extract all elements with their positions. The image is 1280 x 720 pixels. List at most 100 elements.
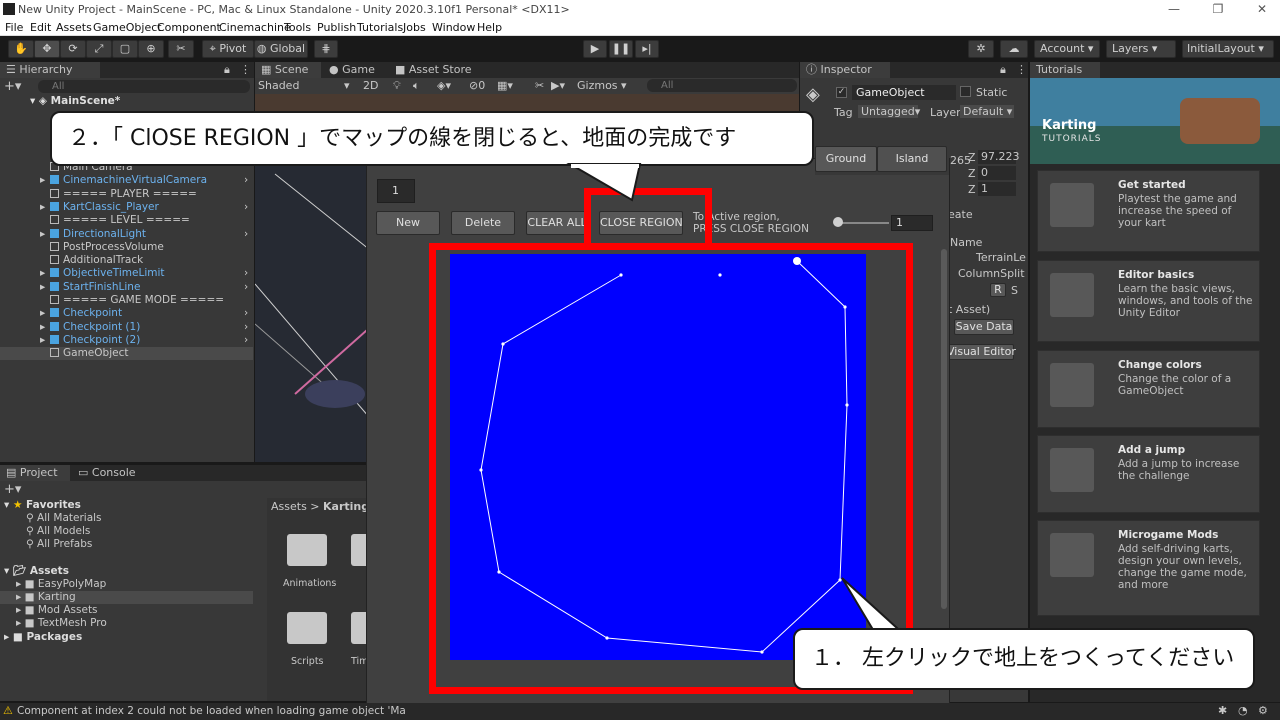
menu-window[interactable]: Window [432, 21, 475, 34]
visual-editor-button[interactable]: Visual Editor [946, 344, 1016, 360]
hierarchy-search-input[interactable]: All [38, 80, 250, 93]
hierarchy-item[interactable]: DirectionalLight › ▸ [0, 228, 253, 241]
global-toggle[interactable]: ◍ Global [254, 40, 308, 58]
tag-dropdown[interactable]: Untagged▾ [858, 105, 920, 118]
account-dropdown[interactable]: Account ▾ [1034, 40, 1100, 58]
menu-component[interactable]: Component [157, 21, 221, 34]
inspector-menu-icon[interactable]: ⋮ [1016, 63, 1027, 76]
tab-tutorials[interactable]: Tutorials [1030, 62, 1100, 78]
collab-icon[interactable]: ✲ [968, 40, 994, 58]
layers-dropdown[interactable]: Layers ▾ [1106, 40, 1176, 58]
tab-asset-store[interactable]: ■ Asset Store [389, 62, 489, 78]
delete-button[interactable]: Delete [451, 211, 515, 235]
map-editor-scrollbar[interactable] [941, 249, 947, 609]
tab-game[interactable]: ● Game [323, 62, 383, 78]
menu-tools[interactable]: Tools [284, 21, 311, 34]
menu-publish[interactable]: Publish [317, 21, 356, 34]
menu-jobs[interactable]: Jobs [403, 21, 426, 34]
grid-icon[interactable]: ▦▾ [497, 79, 513, 92]
audio-icon[interactable]: 🔈︎ [413, 79, 420, 93]
active-checkbox[interactable]: ✓ [836, 87, 847, 98]
breadcrumb-karting[interactable]: Karting [323, 500, 369, 513]
tab-inspector[interactable]: ⓘ Inspector [800, 62, 890, 78]
tab-hierarchy[interactable]: ☰ Hierarchy [0, 62, 100, 78]
object-name-field[interactable]: GameObject [852, 85, 956, 100]
hierarchy-item[interactable]: PostProcessVolume [0, 241, 253, 254]
scale-tool-icon[interactable]: ⤢ [86, 40, 112, 58]
hierarchy-item[interactable]: StartFinishLine › ▸ [0, 281, 253, 294]
foldout-arrow-icon[interactable]: ▸ [40, 267, 45, 280]
pivot-toggle[interactable]: ⌖ Pivot [202, 40, 254, 58]
menu-assets[interactable]: Assets [56, 21, 92, 34]
cloud-icon[interactable]: ☁ [1000, 40, 1028, 58]
maximize-icon[interactable]: ❐ [1208, 2, 1228, 16]
menu-file[interactable]: File [5, 21, 23, 34]
ground-tab[interactable]: Ground [815, 146, 877, 172]
asset-folder-row[interactable]: ▸ ■ Mod Assets [0, 604, 253, 617]
scene-root-row[interactable]: ▾ ◈ MainScene* [0, 95, 253, 108]
tutorial-card[interactable]: Microgame Mods Add self-driving karts, de… [1037, 520, 1260, 616]
minimize-icon[interactable]: — [1164, 2, 1184, 16]
tools-icon[interactable]: ✂ [535, 79, 544, 92]
tab-scene[interactable]: ▦ Scene [255, 62, 321, 78]
rect-tool-icon[interactable]: ▢ [112, 40, 138, 58]
slider-value-field[interactable]: 1 [891, 215, 933, 231]
island-tab[interactable]: Island [877, 146, 947, 172]
grid-snap-icon[interactable]: ⋕ [314, 40, 338, 58]
cache-icon[interactable]: ⚙ [1258, 704, 1268, 717]
foldout-arrow-icon[interactable]: ▸ [40, 321, 45, 334]
create-plus-icon[interactable]: +▾ [4, 79, 21, 94]
expand-chevron-icon[interactable]: › [244, 228, 248, 241]
foldout-arrow-icon[interactable]: ▸ [40, 281, 45, 294]
project-create-icon[interactable]: +▾ [4, 482, 21, 497]
kebab-menu-icon[interactable]: ⋮ [240, 63, 251, 76]
favorite-item[interactable]: ⚲ All Prefabs [0, 538, 253, 551]
expand-chevron-icon[interactable]: › [244, 267, 248, 280]
rotation-z-field[interactable]: 0 [978, 166, 1016, 180]
foldout-arrow-icon[interactable]: ▸ [40, 334, 45, 347]
custom-tool-icon[interactable]: ✂ [168, 40, 194, 58]
hierarchy-item[interactable]: Checkpoint › ▸ [0, 307, 253, 320]
asset-folder-row[interactable]: ▸ ■ TextMesh Pro [0, 617, 253, 630]
foldout-arrow-icon[interactable]: ▸ [40, 228, 45, 241]
expand-chevron-icon[interactable]: › [244, 307, 248, 320]
region-slider-thumb[interactable] [833, 217, 843, 227]
hierarchy-item[interactable]: Checkpoint (2) › ▸ [0, 334, 253, 347]
new-button[interactable]: New [376, 211, 440, 235]
expand-chevron-icon[interactable]: › [244, 281, 248, 294]
favorite-item[interactable]: ⚲ All Models [0, 525, 253, 538]
asset-folder-row[interactable]: ▸ ■ Karting [0, 591, 253, 604]
shading-dropdown[interactable]: Shaded ▾ [258, 79, 354, 92]
packages-row[interactable]: ▸ ■ Packages [0, 631, 253, 644]
favorite-item[interactable]: ⚲ All Materials [0, 512, 253, 525]
region-slider-track[interactable] [837, 222, 889, 224]
hand-tool-icon[interactable]: ✋ [8, 40, 34, 58]
tutorial-card[interactable]: Get started Playtest the game and increas… [1037, 170, 1260, 252]
menu-help[interactable]: Help [477, 21, 502, 34]
hidden-objects-icon[interactable]: ⊘0 [469, 79, 485, 92]
menu-tutorials[interactable]: Tutorials [357, 21, 403, 34]
debug-icon[interactable]: ✱ [1218, 704, 1227, 717]
tutorial-card[interactable]: Editor basics Learn the basic views, wind… [1037, 260, 1260, 342]
pause-button[interactable]: ❚❚ [609, 40, 633, 58]
layer-dropdown[interactable]: Default ▾ [960, 105, 1014, 118]
hierarchy-item[interactable]: AdditionalTrack [0, 254, 253, 267]
breadcrumb-assets[interactable]: Assets [271, 500, 307, 513]
play-button[interactable]: ▶ [583, 40, 607, 58]
r-button[interactable]: R [990, 283, 1006, 297]
menu-cinemachine[interactable]: Cinemachine [219, 21, 291, 34]
hierarchy-item[interactable]: ===== PLAYER ===== [0, 188, 253, 201]
hierarchy-item[interactable]: GameObject [0, 347, 253, 361]
scene-search-input[interactable]: All [647, 79, 797, 92]
hierarchy-item[interactable]: CinemachineVirtualCamera › ▸ [0, 174, 253, 187]
favorites-row[interactable]: ▾ ★ Favorites [0, 499, 253, 512]
folder-icon[interactable] [287, 534, 327, 566]
status-message[interactable]: Component at index 2 could not be loaded… [17, 705, 406, 717]
clear-all-button[interactable]: CLEAR ALL [526, 211, 588, 235]
camera-icon[interactable]: ▶▾ [551, 79, 565, 92]
transform-tool-icon[interactable]: ⊕ [138, 40, 164, 58]
menu-edit[interactable]: Edit [30, 21, 51, 34]
hierarchy-item[interactable]: ===== GAME MODE ===== [0, 294, 253, 307]
tab-console[interactable]: ▭ Console [72, 465, 142, 481]
assets-row[interactable]: ▾ 📂︎ Assets [0, 565, 253, 578]
